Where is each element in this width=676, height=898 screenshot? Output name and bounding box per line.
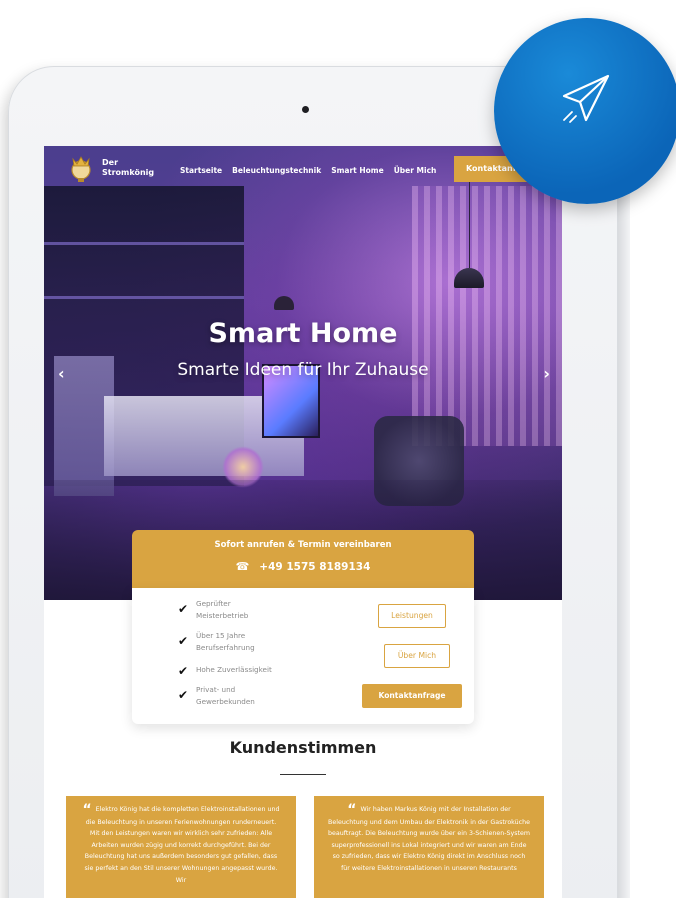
- checkmark-icon: ✔: [178, 602, 189, 616]
- phone-number: +49 1575 8189134: [259, 561, 371, 573]
- feature-item: ✔ Geprüfter Meisterbetrieb: [178, 598, 248, 622]
- logo-line-2: Stromkönig: [102, 168, 155, 177]
- feature-text: Berufserfahrung: [196, 643, 255, 652]
- checkmark-icon: ✔: [178, 688, 189, 702]
- quote-icon: “: [347, 802, 357, 818]
- slider-next-arrow[interactable]: ›: [543, 364, 550, 383]
- website-screen: Smart Home Smarte Ideen für Ihr Zuhause …: [44, 146, 562, 898]
- testimonial-card: “Elektro König hat die kompletten Elektr…: [66, 796, 296, 898]
- hero-subtitle: Smarte Ideen für Ihr Zuhause: [177, 360, 429, 380]
- call-box-title: Sofort anrufen & Termin vereinbaren: [214, 540, 392, 550]
- crown-bulb-icon[interactable]: [68, 152, 94, 184]
- feature-text: Hohe Zuverlässigkeit: [196, 665, 272, 674]
- paper-plane-icon: [562, 74, 610, 123]
- testimonial-card: “Wir haben Markus König mit der Installa…: [314, 796, 544, 898]
- about-button[interactable]: Über Mich: [384, 644, 450, 668]
- nav-ueber-mich[interactable]: Über Mich: [394, 166, 437, 175]
- testimonial-text: Elektro König hat die kompletten Elektro…: [84, 806, 280, 884]
- testimonial-text: Wir haben Markus König mit der Installat…: [328, 806, 530, 872]
- hero-shelf-line: [44, 242, 244, 245]
- features-box: ✔ Geprüfter Meisterbetrieb ✔ Über 15 Jahr…: [132, 588, 474, 724]
- hero-title: Smart Home: [208, 318, 398, 349]
- call-box: Sofort anrufen & Termin vereinbaren ☎ +49…: [132, 530, 474, 588]
- feature-text: Über 15 Jahre: [196, 631, 246, 640]
- section-divider: [280, 774, 326, 775]
- phone-link[interactable]: ☎ +49 1575 8189134: [132, 560, 474, 573]
- contact-request-button[interactable]: Kontaktanfrage: [362, 684, 462, 708]
- nav-startseite[interactable]: Startseite: [180, 166, 222, 175]
- feature-text: Privat- und: [196, 685, 236, 694]
- logo-text[interactable]: Der Stromkönig: [102, 158, 154, 178]
- nav-smart-home[interactable]: Smart Home: [331, 166, 384, 175]
- nav-beleuchtungstechnik[interactable]: Beleuchtungstechnik: [232, 166, 321, 175]
- send-message-button[interactable]: [494, 18, 676, 204]
- feature-text: Meisterbetrieb: [196, 611, 249, 620]
- main-nav: Startseite Beleuchtungstechnik Smart Hom…: [180, 166, 436, 175]
- quote-icon: “: [82, 802, 92, 818]
- hero-shelf-line: [44, 296, 244, 299]
- feature-item: ✔ Über 15 Jahre Berufserfahrung: [178, 630, 255, 654]
- checkmark-icon: ✔: [178, 664, 189, 678]
- services-button[interactable]: Leistungen: [378, 604, 446, 628]
- camera-dot: [302, 106, 309, 113]
- hero-lamp-decor: [274, 296, 294, 310]
- feature-item: ✔ Privat- und Gewerbekunden: [178, 684, 255, 708]
- slider-prev-arrow[interactable]: ‹: [58, 364, 65, 383]
- logo-line-1: Der: [102, 158, 119, 167]
- feature-text: Gewerbekunden: [196, 697, 255, 706]
- feature-text: Geprüfter: [196, 599, 231, 608]
- checkmark-icon: ✔: [178, 634, 189, 648]
- site-header: Der Stromkönig Startseite Beleuchtungste…: [44, 146, 562, 194]
- hero-curtain-decor: [412, 186, 562, 446]
- phone-icon: ☎: [235, 560, 250, 573]
- feature-item: ✔ Hohe Zuverlässigkeit: [178, 664, 272, 678]
- testimonials-title: Kundenstimmen: [229, 738, 377, 757]
